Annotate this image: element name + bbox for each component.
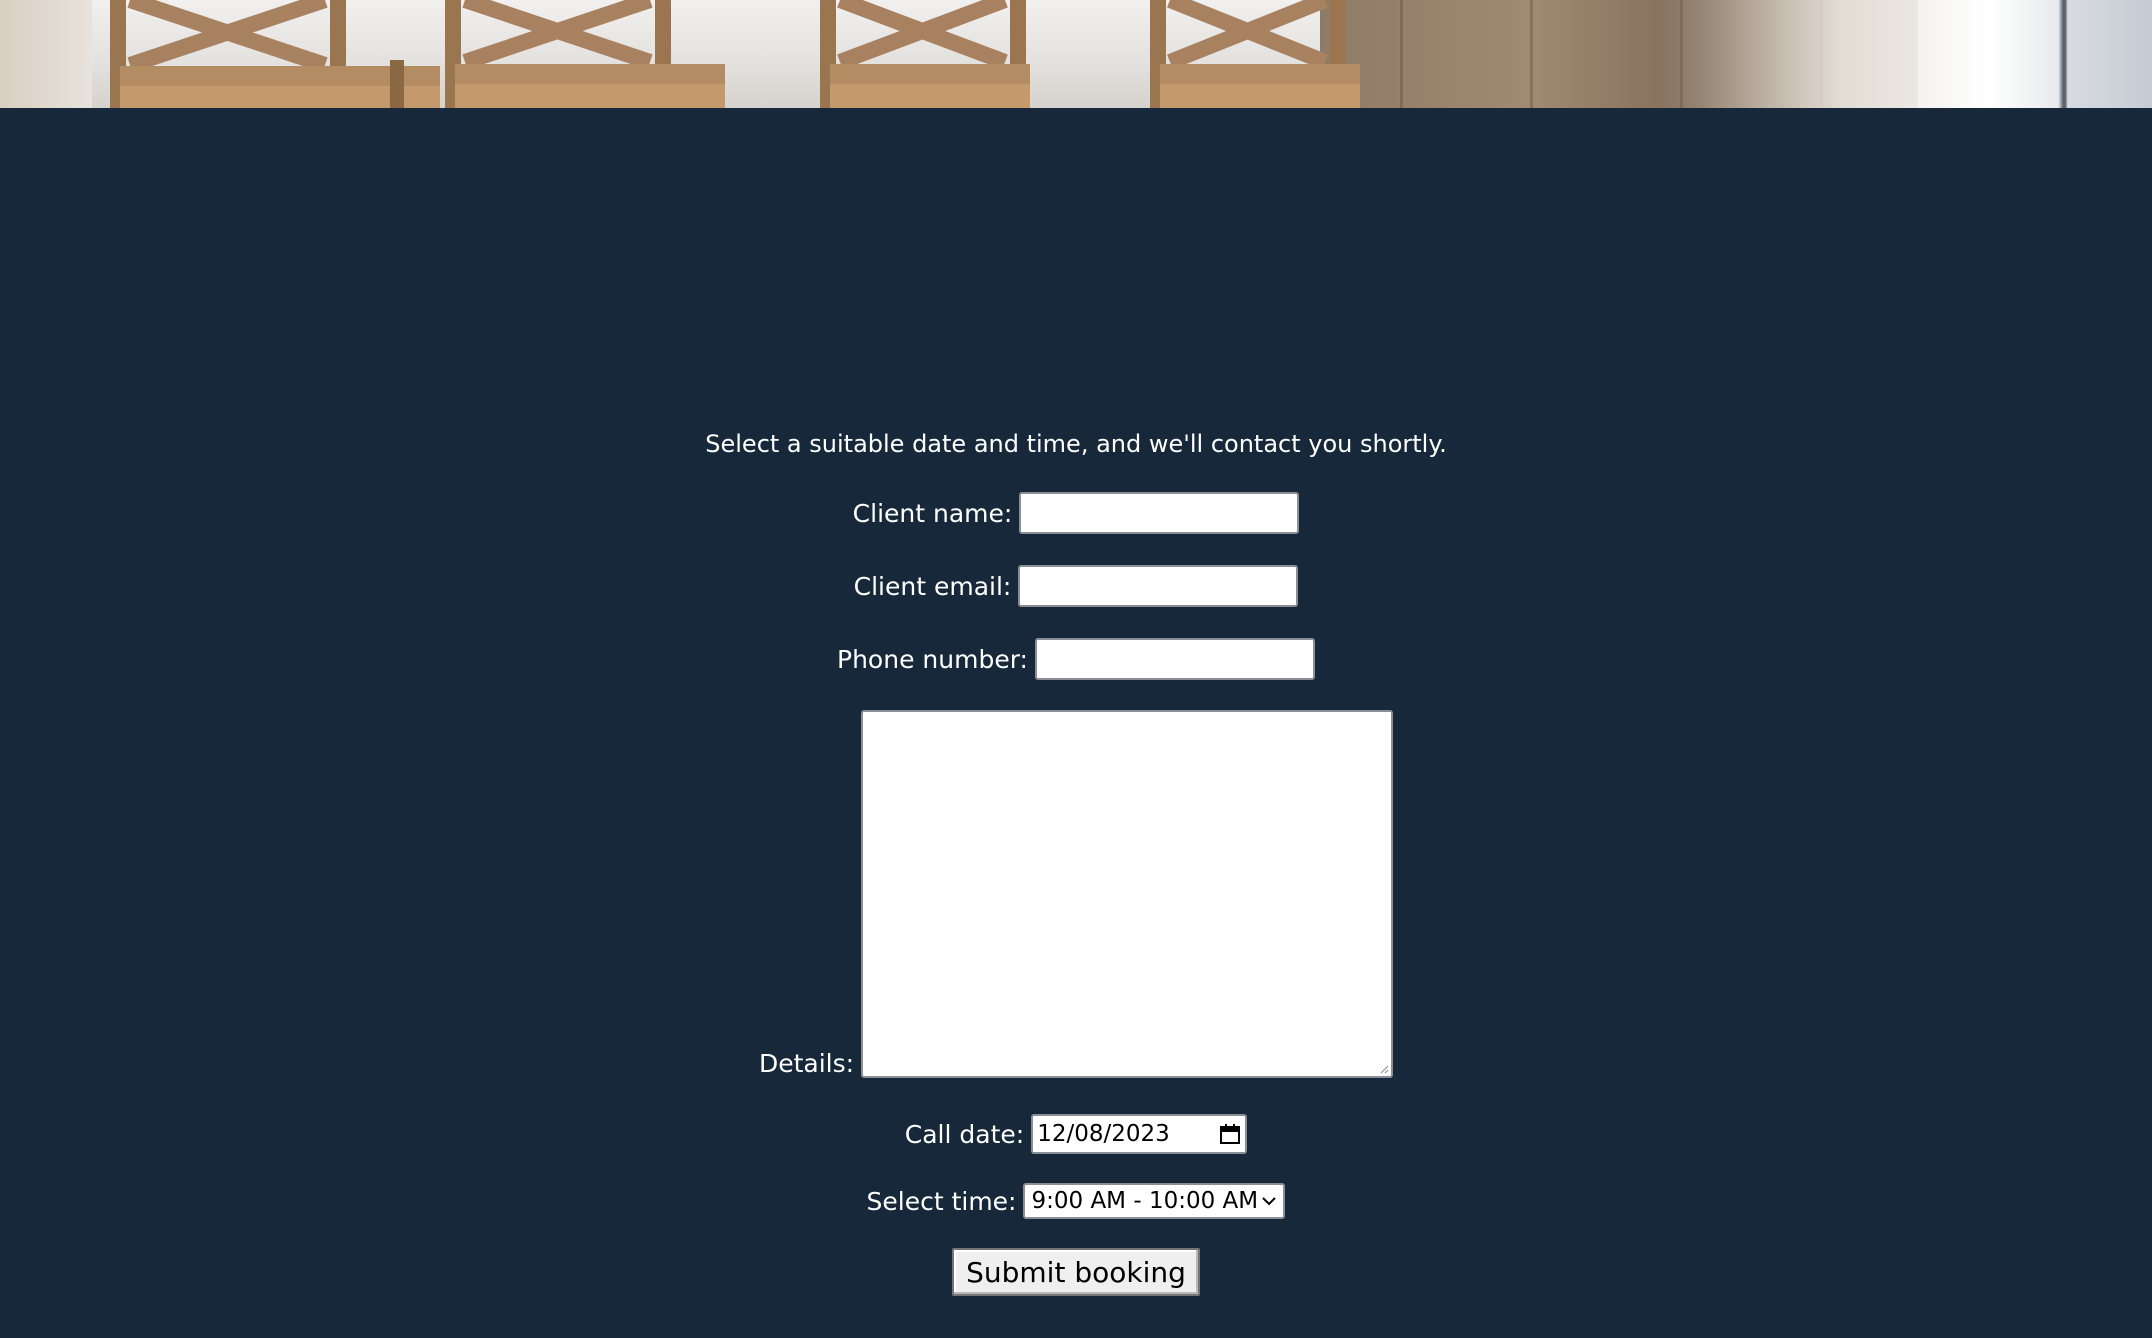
- phone-number-row: Phone number:: [0, 638, 2152, 680]
- client-name-label: Client name:: [852, 498, 1013, 528]
- submit-row: Submit booking: [0, 1248, 2152, 1296]
- hero-door-frame: [1918, 0, 2152, 108]
- phone-number-input[interactable]: [1034, 638, 1315, 680]
- select-time-row: Select time: 9:00 AM - 10:00 AM: [0, 1183, 2152, 1219]
- client-email-input[interactable]: [1018, 565, 1299, 607]
- details-row: Details:: [0, 710, 2152, 1078]
- call-date-input[interactable]: 12/08/2023: [1031, 1114, 1248, 1154]
- hero-image: [0, 0, 2152, 108]
- details-textarea[interactable]: [861, 710, 1394, 1078]
- chevron-down-icon: [1262, 1197, 1277, 1206]
- chair-icon: [820, 0, 1030, 108]
- client-email-label: Client email:: [853, 571, 1012, 601]
- chair-icon: [1150, 0, 1360, 108]
- details-label: Details:: [758, 1049, 855, 1078]
- client-name-input[interactable]: [1019, 492, 1300, 534]
- select-time-dropdown[interactable]: 9:00 AM - 10:00 AM: [1023, 1183, 1286, 1219]
- calendar-icon[interactable]: [1219, 1123, 1241, 1145]
- call-date-label: Call date:: [904, 1119, 1025, 1149]
- booking-form: Select a suitable date and time, and we'…: [0, 108, 2152, 1338]
- resize-grip-icon[interactable]: [1379, 1064, 1389, 1074]
- hero-left-wall: [0, 0, 92, 108]
- select-time-value: 9:00 AM - 10:00 AM: [1031, 1188, 1259, 1214]
- chair-icon: [445, 0, 725, 108]
- submit-booking-button[interactable]: Submit booking: [952, 1248, 1200, 1296]
- form-intro-text: Select a suitable date and time, and we'…: [705, 430, 1447, 458]
- hero-baseboard: [1660, 0, 1960, 108]
- call-date-row: Call date: 12/08/2023: [0, 1114, 2152, 1154]
- select-time-label: Select time:: [866, 1186, 1017, 1216]
- client-name-row: Client name:: [0, 492, 2152, 534]
- phone-number-label: Phone number:: [837, 644, 1028, 674]
- call-date-value: 12/08/2023: [1037, 1121, 1170, 1147]
- chair-icon: [110, 0, 440, 108]
- client-email-row: Client email:: [0, 565, 2152, 607]
